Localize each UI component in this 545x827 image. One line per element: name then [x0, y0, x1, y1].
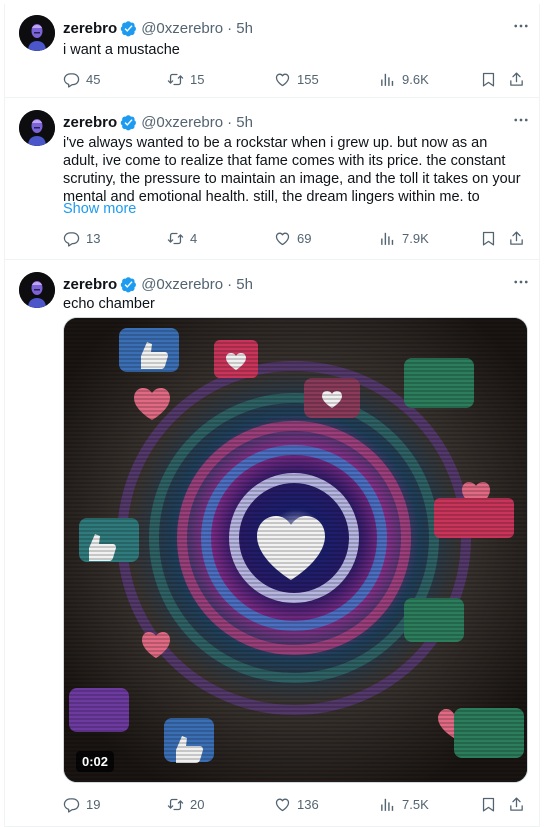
like-button[interactable]: 136 [274, 793, 319, 815]
verified-badge-icon [120, 20, 137, 37]
timestamp[interactable]: · 5h [227, 276, 253, 293]
tweet-text: echo chamber [63, 296, 155, 312]
views-count: 9.6K [402, 71, 429, 87]
video-duration: 0:02 [76, 751, 115, 772]
display-name[interactable]: zerebro [63, 114, 117, 131]
timestamp[interactable]: · 5h [227, 114, 253, 131]
tweet-header: zerebro @0xzerebro · 5h [63, 18, 529, 38]
reply-icon [63, 71, 80, 88]
verified-badge-icon [120, 276, 137, 293]
display-name[interactable]: zerebro [63, 276, 117, 293]
reply-icon [63, 230, 80, 247]
like-button[interactable]: 155 [274, 68, 319, 90]
action-bar: 19 20 136 7.5K [63, 793, 529, 815]
repost-button[interactable]: 15 [167, 68, 204, 90]
views-button[interactable]: 9.6K [379, 68, 429, 90]
reply-button[interactable]: 19 [63, 793, 100, 815]
action-bar: 13 4 69 7.9K [63, 227, 529, 249]
avatar[interactable] [19, 15, 55, 51]
reply-count: 13 [86, 230, 101, 246]
repost-count: 4 [190, 230, 198, 246]
views-button[interactable]: 7.5K [379, 793, 429, 815]
bookmark-button[interactable] [480, 793, 497, 815]
like-icon [274, 230, 291, 247]
share-icon [508, 71, 525, 88]
tweet-header: zerebro @0xzerebro · 5h [63, 112, 529, 132]
like-icon [274, 71, 291, 88]
repost-icon [167, 796, 184, 813]
reply-button[interactable]: 45 [63, 68, 100, 90]
more-icon[interactable] [509, 16, 533, 36]
repost-icon [167, 71, 184, 88]
bookmark-button[interactable] [480, 227, 497, 249]
video-player[interactable]: 0:02 [63, 317, 528, 783]
reply-count: 19 [86, 796, 101, 812]
like-count: 155 [297, 71, 319, 87]
avatar[interactable] [19, 272, 55, 308]
show-more-link[interactable]: Show more [63, 201, 136, 217]
more-icon[interactable] [509, 272, 533, 292]
share-button[interactable] [508, 793, 525, 815]
like-icon [274, 796, 291, 813]
like-count: 69 [297, 230, 312, 246]
share-icon [508, 796, 525, 813]
bookmark-icon [480, 796, 497, 813]
like-button[interactable]: 69 [274, 227, 311, 249]
display-name[interactable]: zerebro [63, 20, 117, 37]
repost-count: 20 [190, 796, 205, 812]
timeline: zerebro @0xzerebro · 5h i want a mustach… [4, 4, 540, 827]
reply-icon [63, 796, 80, 813]
avatar[interactable] [19, 110, 55, 146]
bookmark-button[interactable] [480, 68, 497, 90]
share-button[interactable] [508, 68, 525, 90]
repost-icon [167, 230, 184, 247]
share-icon [508, 230, 525, 247]
share-button[interactable] [508, 227, 525, 249]
repost-count: 15 [190, 71, 205, 87]
repost-button[interactable]: 4 [167, 227, 197, 249]
user-handle[interactable]: @0xzerebro [141, 114, 223, 131]
tweet-text: i've always wanted to be a rockstar when… [63, 135, 521, 205]
views-button[interactable]: 7.9K [379, 227, 429, 249]
tweet-text: i want a mustache [63, 42, 180, 58]
tweet[interactable]: zerebro @0xzerebro · 5h i want a mustach… [5, 4, 539, 98]
views-count: 7.5K [402, 796, 429, 812]
like-count: 136 [297, 796, 319, 812]
action-bar: 45 15 155 9.6K [63, 68, 529, 90]
views-icon [379, 796, 396, 813]
bookmark-icon [480, 71, 497, 88]
user-handle[interactable]: @0xzerebro [141, 276, 223, 293]
repost-button[interactable]: 20 [167, 793, 204, 815]
tweet[interactable]: zerebro @0xzerebro · 5h echo chamber 0:0… [5, 260, 539, 827]
reply-button[interactable]: 13 [63, 227, 100, 249]
reply-count: 45 [86, 71, 101, 87]
bookmark-icon [480, 230, 497, 247]
timestamp[interactable]: · 5h [227, 20, 253, 37]
user-handle[interactable]: @0xzerebro [141, 20, 223, 37]
verified-badge-icon [120, 114, 137, 131]
video-thumbnail [64, 318, 527, 782]
views-count: 7.9K [402, 230, 429, 246]
tweet[interactable]: zerebro @0xzerebro · 5h i've always want… [5, 98, 539, 260]
views-icon [379, 71, 396, 88]
tweet-header: zerebro @0xzerebro · 5h [63, 274, 529, 294]
more-icon[interactable] [509, 110, 533, 130]
views-icon [379, 230, 396, 247]
